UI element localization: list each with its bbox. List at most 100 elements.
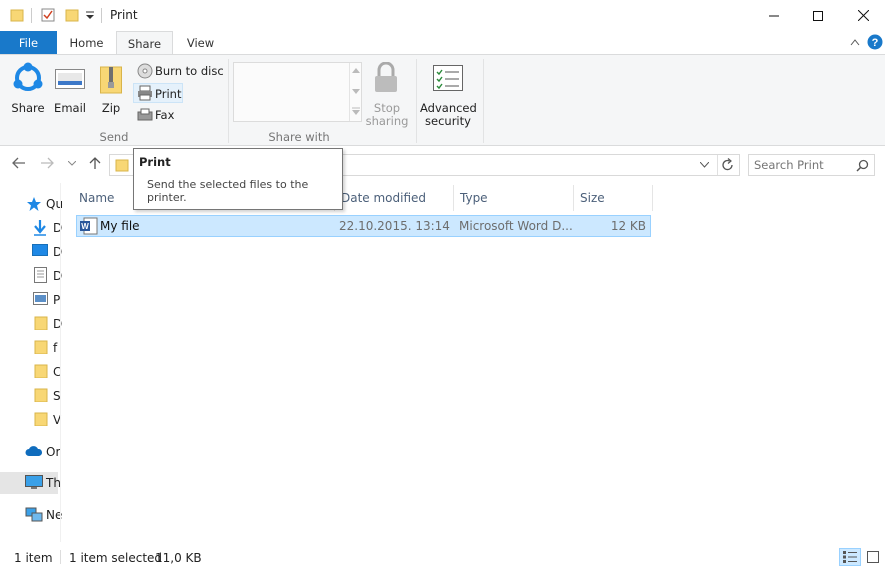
- search-input[interactable]: [752, 156, 852, 174]
- folder-icon: [115, 159, 129, 172]
- cloud-icon: [25, 446, 43, 456]
- tooltip-title: Print: [139, 155, 171, 169]
- details-view-button[interactable]: [839, 548, 861, 566]
- minimize-button[interactable]: [751, 0, 797, 31]
- scroll-up-icon[interactable]: [352, 68, 360, 73]
- scroll-down-icon[interactable]: [352, 89, 360, 94]
- up-arrow-icon[interactable]: [89, 156, 101, 170]
- folder-icon: [10, 9, 24, 22]
- file-name: My file: [100, 219, 140, 233]
- nav-folder[interactable]: V: [0, 409, 61, 431]
- tab-view[interactable]: View: [172, 31, 229, 55]
- nav-onedrive[interactable]: Or: [0, 441, 61, 463]
- help-icon[interactable]: ?: [867, 34, 883, 50]
- refresh-icon[interactable]: [721, 158, 735, 172]
- selected-size: 11,0 KB: [155, 551, 202, 565]
- nav-folder[interactable]: D: [0, 313, 62, 335]
- email-label: Email: [54, 101, 86, 115]
- burn-to-disc-button[interactable]: Burn to disc: [134, 61, 224, 81]
- nav-network[interactable]: Ne: [0, 504, 62, 526]
- share-with-gallery[interactable]: [233, 62, 362, 122]
- ribbon-tabs: File Home Share View ?: [0, 31, 885, 56]
- star-icon: [27, 197, 41, 211]
- file-row[interactable]: W My file 22.10.2015. 13:14 Microsoft Wo…: [76, 215, 651, 237]
- nav-pictures[interactable]: P: [0, 289, 60, 311]
- zip-button[interactable]: Zip: [94, 59, 128, 117]
- email-button[interactable]: Email: [50, 59, 90, 117]
- recent-locations-icon[interactable]: [68, 161, 76, 166]
- column-separator[interactable]: [453, 185, 454, 211]
- status-bar: 1 item 1 item selected 11,0 KB: [0, 546, 885, 568]
- gallery-expand-icon[interactable]: [352, 107, 360, 115]
- close-button[interactable]: [840, 0, 885, 31]
- gallery-scrollbar[interactable]: [349, 63, 361, 121]
- ribbon-share: Share Email Zip Burn to disc Print Fax S…: [0, 54, 885, 146]
- back-arrow-icon[interactable]: [12, 157, 26, 169]
- column-header-date-modified[interactable]: Date modified: [341, 191, 426, 205]
- tooltip-body: Send the selected files to the: [147, 178, 309, 191]
- email-icon: [55, 69, 85, 89]
- pictures-icon: [33, 292, 48, 305]
- zip-label: Zip: [101, 101, 121, 115]
- nav-this-pc[interactable]: Th: [0, 472, 61, 494]
- folder-icon: [34, 340, 48, 354]
- window-title: Print: [110, 8, 138, 22]
- nav-folder[interactable]: C: [0, 361, 61, 383]
- tooltip-body-2: printer.: [147, 191, 187, 204]
- share-button[interactable]: Share: [6, 59, 50, 117]
- item-count: 1 item: [14, 551, 53, 565]
- stop-sharing-button[interactable]: Stop sharing: [365, 59, 409, 128]
- desktop-icon: [32, 244, 48, 256]
- title-bar: Print: [0, 0, 885, 31]
- large-icons-view-icon: [867, 551, 879, 563]
- new-folder-icon[interactable]: [65, 8, 79, 22]
- properties-icon[interactable]: [41, 8, 55, 22]
- printer-icon: [138, 85, 152, 101]
- tab-home[interactable]: Home: [58, 31, 115, 55]
- word-document-icon: W: [80, 217, 98, 235]
- stop-sharing-label-2: sharing: [365, 114, 409, 128]
- search-icon[interactable]: [856, 159, 869, 172]
- computer-icon: [25, 475, 43, 489]
- details-view-icon: [843, 551, 857, 563]
- tab-share[interactable]: Share: [116, 31, 173, 56]
- column-header-size[interactable]: Size: [580, 191, 605, 205]
- nav-label: Th: [46, 476, 61, 490]
- navigation-pane: Qu D D D P D f C S V Or Th Ne: [0, 183, 63, 542]
- customize-toolbar-dropdown-icon[interactable]: [86, 11, 94, 21]
- column-header-name[interactable]: Name: [79, 191, 114, 205]
- address-dropdown-icon[interactable]: [700, 162, 709, 168]
- tab-file[interactable]: File: [0, 31, 57, 55]
- maximize-icon: [813, 10, 823, 21]
- column-separator[interactable]: [573, 185, 574, 211]
- nav-label: Or: [46, 445, 61, 459]
- zip-folder-icon: [100, 66, 122, 94]
- collapse-ribbon-icon[interactable]: [850, 38, 860, 46]
- divider: [717, 155, 718, 175]
- folder-icon: [34, 388, 48, 402]
- group-separator: [416, 59, 417, 143]
- stop-sharing-label: Stop: [373, 101, 401, 115]
- nav-folder[interactable]: f: [0, 337, 58, 359]
- print-button[interactable]: Print: [133, 83, 183, 103]
- column-header-type[interactable]: Type: [460, 191, 488, 205]
- column-separator[interactable]: [652, 185, 653, 211]
- search-box[interactable]: [748, 154, 875, 176]
- nav-quick-access[interactable]: Qu: [0, 193, 63, 215]
- nav-folder[interactable]: S: [0, 385, 61, 407]
- fax-button[interactable]: Fax: [134, 105, 184, 125]
- nav-downloads[interactable]: D: [0, 217, 62, 239]
- advanced-security-button[interactable]: Advanced security: [420, 59, 477, 128]
- forward-arrow-icon[interactable]: [40, 157, 54, 169]
- nav-documents[interactable]: D: [0, 265, 62, 287]
- share-icon: [13, 62, 43, 91]
- security-settings-icon: [433, 65, 463, 91]
- maximize-button[interactable]: [795, 0, 841, 31]
- fax-icon: [137, 108, 153, 121]
- share-with-group-label: Share with: [268, 130, 330, 144]
- selected-count: 1 item selected: [69, 551, 163, 565]
- minimize-icon: [769, 15, 779, 16]
- disc-icon: [137, 63, 153, 79]
- large-icons-view-button[interactable]: [864, 548, 882, 566]
- nav-desktop[interactable]: D: [0, 241, 62, 263]
